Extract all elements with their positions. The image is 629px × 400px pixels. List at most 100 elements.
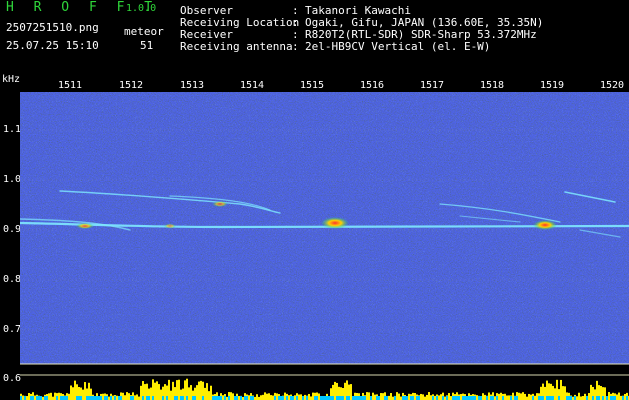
level-floor xyxy=(130,396,132,400)
level-bar xyxy=(500,392,502,400)
level-floor xyxy=(612,396,614,400)
level-floor xyxy=(474,396,476,400)
level-bar xyxy=(366,392,368,400)
level-bar xyxy=(580,396,582,400)
level-floor xyxy=(384,396,386,400)
level-floor xyxy=(176,396,178,400)
level-floor xyxy=(290,396,292,400)
level-floor xyxy=(302,396,304,400)
level-floor xyxy=(330,396,332,400)
level-floor xyxy=(502,396,504,400)
level-floor xyxy=(566,396,568,400)
level-floor xyxy=(328,396,330,400)
level-floor xyxy=(306,396,308,400)
level-bar xyxy=(28,392,30,400)
level-bar xyxy=(616,394,618,400)
level-bar xyxy=(82,389,84,400)
level-bar xyxy=(248,395,250,400)
level-bar xyxy=(270,395,272,400)
level-floor xyxy=(452,396,454,400)
level-bar xyxy=(368,392,370,400)
level-bar xyxy=(506,395,508,400)
level-floor xyxy=(146,396,148,400)
level-bar xyxy=(256,394,258,400)
level-floor xyxy=(92,396,94,400)
level-bar xyxy=(448,393,450,400)
y-axis-unit: kHz xyxy=(2,74,21,85)
level-floor xyxy=(514,396,516,400)
level-bar xyxy=(396,392,398,400)
level-bar xyxy=(22,395,24,400)
level-floor xyxy=(80,396,82,400)
level-floor xyxy=(216,396,218,400)
level-floor xyxy=(142,396,144,400)
level-floor xyxy=(100,396,102,400)
level-bar xyxy=(126,392,128,400)
level-floor xyxy=(240,396,242,400)
level-bar xyxy=(494,396,496,400)
level-floor xyxy=(56,396,58,400)
level-floor xyxy=(342,396,344,400)
level-floor xyxy=(540,396,542,400)
antenna-value: 2el-HB9CV Vertical (el. E-W) xyxy=(305,40,491,53)
level-floor xyxy=(516,396,518,400)
meteor-echo xyxy=(76,223,94,229)
level-floor xyxy=(364,396,366,400)
level-bar xyxy=(208,391,210,400)
level-bar xyxy=(50,392,52,400)
level-floor xyxy=(404,396,406,400)
level-bar xyxy=(284,392,286,400)
level-floor xyxy=(490,396,492,400)
level-bar xyxy=(414,393,416,400)
level-floor xyxy=(610,396,612,400)
level-floor xyxy=(532,396,534,400)
level-bar xyxy=(136,394,138,400)
level-bar xyxy=(116,395,118,400)
level-floor xyxy=(570,396,572,400)
level-floor xyxy=(250,396,252,400)
level-bar xyxy=(518,392,520,400)
level-floor xyxy=(336,396,338,400)
level-floor xyxy=(98,396,100,400)
level-floor xyxy=(468,396,470,400)
y-tick-label: 1.1 xyxy=(3,124,22,135)
level-bar xyxy=(134,395,136,400)
level-bar xyxy=(420,393,422,400)
level-bar xyxy=(534,395,536,400)
level-bar xyxy=(72,387,74,400)
level-bar xyxy=(578,392,580,400)
level-floor xyxy=(278,396,280,400)
level-floor xyxy=(596,396,598,400)
level-bar xyxy=(430,395,432,400)
level-bar xyxy=(272,395,274,400)
y-tick-label: 1.0 xyxy=(3,174,22,185)
level-floor xyxy=(354,396,356,400)
spectrogram-plot xyxy=(20,92,629,400)
level-floor xyxy=(30,396,32,400)
level-bar xyxy=(260,395,262,400)
level-floor xyxy=(462,396,464,400)
x-tick-label: 1520 xyxy=(600,80,625,91)
level-floor xyxy=(224,396,226,400)
level-floor xyxy=(486,396,488,400)
level-bar xyxy=(160,389,162,400)
level-bar xyxy=(210,385,212,400)
level-floor xyxy=(212,396,214,400)
level-floor xyxy=(148,396,150,400)
level-bar xyxy=(140,385,142,400)
level-bar xyxy=(482,393,484,400)
level-floor xyxy=(282,396,284,400)
level-floor xyxy=(418,396,420,400)
level-floor xyxy=(174,396,176,400)
level-floor xyxy=(454,396,456,400)
level-bar xyxy=(230,392,232,400)
level-floor xyxy=(78,396,80,400)
level-floor xyxy=(252,396,254,400)
level-bar xyxy=(390,393,392,400)
level-floor xyxy=(194,396,196,400)
level-floor xyxy=(166,396,168,400)
antenna-label: Receiving antenna xyxy=(180,40,293,53)
level-bar xyxy=(54,392,56,400)
level-floor xyxy=(548,396,550,400)
level-floor xyxy=(602,396,604,400)
